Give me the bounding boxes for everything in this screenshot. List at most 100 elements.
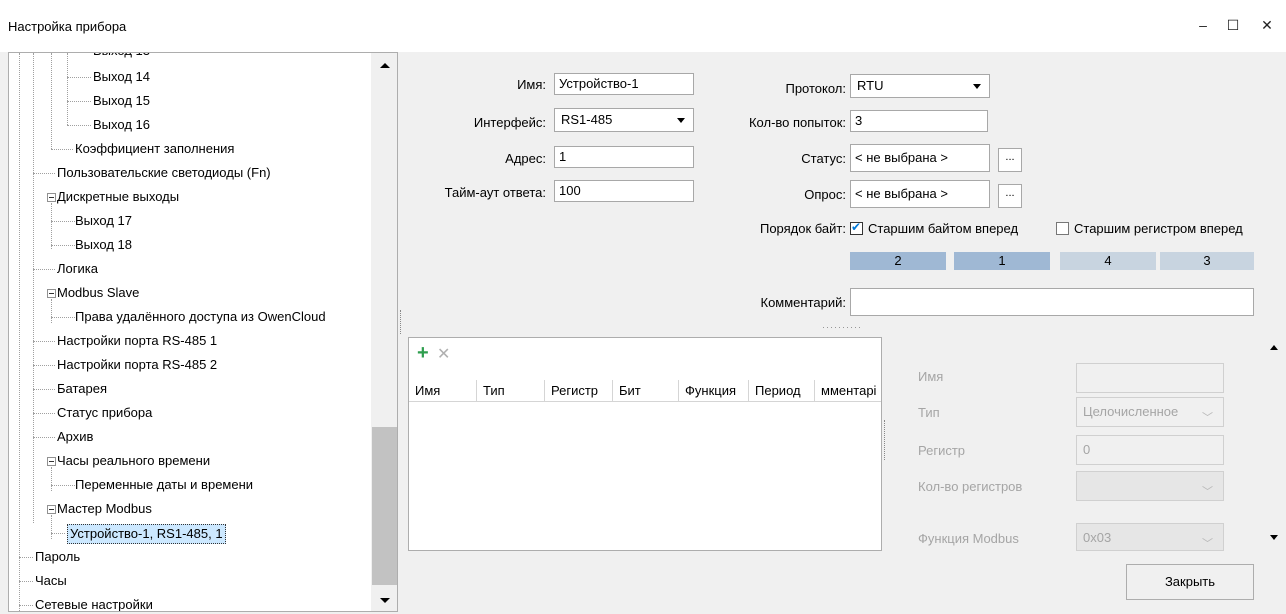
window-title: Настройка прибора	[8, 19, 127, 34]
prop-name-label: Имя	[918, 369, 944, 384]
byteorder-label: Порядок байт:	[759, 221, 846, 236]
interface-select[interactable]: RS1-485	[554, 108, 694, 132]
poll-label: Опрос:	[804, 187, 846, 202]
tree-item-duty-cycle[interactable]: Коэффициент заполнения	[75, 139, 234, 159]
collapse-icon[interactable]	[47, 289, 56, 298]
tree-item-network-settings[interactable]: Сетевые настройки	[35, 595, 153, 611]
tree-scrollbar-thumb[interactable]	[372, 427, 397, 585]
byte-box-3: 4	[1060, 252, 1156, 270]
column-name[interactable]: Имя	[409, 380, 477, 402]
column-function[interactable]: Функция	[679, 380, 749, 402]
retries-label: Кол-во попыток:	[748, 115, 846, 130]
protocol-select[interactable]: RTU	[850, 74, 990, 98]
column-bit[interactable]: Бит	[613, 380, 679, 402]
tree-item-device-status[interactable]: Статус прибора	[57, 403, 152, 423]
collapse-icon[interactable]	[47, 505, 56, 514]
protocol-label: Протокол:	[785, 81, 846, 96]
high-register-first-label[interactable]: Старшим регистром вперед	[1074, 218, 1243, 240]
scroll-up-icon[interactable]	[1270, 345, 1278, 350]
prop-reg-count-label: Кол-во регистров	[918, 479, 1023, 494]
prop-type-label: Тип	[918, 405, 940, 420]
prop-register-field[interactable]: 0	[1076, 435, 1224, 465]
prop-register-label: Регистр	[918, 443, 966, 458]
tree-item-archive[interactable]: Архив	[57, 427, 93, 447]
tree-item-output-15[interactable]: Выход 15	[93, 91, 150, 111]
tree-item-output-18[interactable]: Выход 18	[75, 235, 132, 255]
comment-label: Комментарий:	[760, 295, 847, 310]
tree-scrollbar[interactable]	[371, 53, 397, 611]
tree-item-discrete-outputs[interactable]: Дискретные выходы	[57, 187, 179, 207]
tree-item-device-1[interactable]: Устройство-1, RS1-485, 1	[67, 524, 226, 544]
chevron-down-icon	[973, 84, 981, 89]
close-window-button[interactable]: ✕	[1252, 14, 1282, 36]
poll-field[interactable]: < не выбрана >	[850, 180, 990, 208]
retries-field[interactable]: 3	[850, 110, 988, 132]
column-type[interactable]: Тип	[477, 380, 545, 402]
scroll-up-icon[interactable]	[380, 63, 390, 68]
vertical-splitter-2[interactable]	[884, 420, 886, 460]
address-field[interactable]: 1	[554, 146, 694, 168]
address-label: Адрес:	[505, 151, 546, 166]
prop-function-value: 0x03	[1083, 530, 1112, 545]
tree-item-owencloud-rights[interactable]: Права удалённого доступа из OwenCloud	[75, 307, 326, 327]
tree-item-output-17[interactable]: Выход 17	[75, 211, 132, 231]
timeout-field[interactable]: 100	[554, 180, 694, 202]
high-byte-first-label[interactable]: Старшим байтом вперед	[868, 218, 1018, 240]
tree-item-modbus-master[interactable]: Мастер Modbus	[57, 499, 152, 519]
tree-item-password[interactable]: Пароль	[35, 547, 80, 567]
checkmark-icon: ✔	[851, 220, 862, 234]
high-byte-first-checkbox[interactable]: ✔	[850, 220, 863, 235]
status-label: Статус:	[801, 151, 846, 166]
tree-item-clock[interactable]: Часы	[35, 571, 67, 591]
byte-box-2: 1	[954, 252, 1050, 270]
poll-browse-button[interactable]: ...	[998, 184, 1022, 208]
protocol-value: RTU	[857, 78, 884, 93]
maximize-button[interactable]: ☐	[1218, 14, 1248, 36]
settings-tree[interactable]: Выход 13 Выход 14 Выход 15 Выход 16 Коэф…	[8, 52, 398, 612]
interface-value: RS1-485	[561, 112, 613, 127]
scroll-down-icon[interactable]	[1270, 535, 1278, 540]
add-icon[interactable]: +	[417, 342, 429, 365]
tree-item-rtc[interactable]: Часы реального времени	[57, 451, 210, 471]
prop-type-select[interactable]: Целочисленное ﹀	[1076, 397, 1224, 427]
delete-icon[interactable]: ✕	[437, 344, 450, 364]
prop-reg-count-select[interactable]: ﹀	[1076, 471, 1224, 501]
tree-item-user-leds[interactable]: Пользовательские светодиоды (Fn)	[57, 163, 271, 183]
collapse-icon[interactable]	[47, 457, 56, 466]
column-comment[interactable]: мментарі	[815, 380, 881, 402]
high-register-first-checkbox[interactable]	[1056, 222, 1069, 235]
horizontal-splitter[interactable]: ··········	[822, 322, 862, 332]
tree-item-rs485-port-1[interactable]: Настройки порта RS-485 1	[57, 331, 217, 351]
byte-box-1: 2	[850, 252, 946, 270]
tree-item-battery[interactable]: Батарея	[57, 379, 107, 399]
vertical-splitter[interactable]	[400, 310, 402, 334]
status-browse-button[interactable]: ...	[998, 148, 1022, 172]
chevron-down-icon: ﹀	[1202, 538, 1213, 550]
prop-function-select[interactable]: 0x03 ﹀	[1076, 523, 1224, 551]
tree-item-logic[interactable]: Логика	[57, 259, 98, 279]
chevron-down-icon: ﹀	[1202, 412, 1213, 424]
interface-label: Интерфейс:	[473, 115, 546, 130]
tree-item-date-time-vars[interactable]: Переменные даты и времени	[75, 475, 253, 495]
tree-item-output-14[interactable]: Выход 14	[93, 67, 150, 87]
name-field[interactable]: Устройство-1	[554, 73, 694, 95]
device-settings-form: Имя: Устройство-1 Интерфейс: RS1-485 Адр…	[404, 56, 1278, 326]
minimize-button[interactable]: –	[1188, 14, 1218, 36]
byte-box-4: 3	[1160, 252, 1254, 270]
collapse-icon[interactable]	[47, 193, 56, 202]
tree-item-modbus-slave[interactable]: Modbus Slave	[57, 283, 139, 303]
close-button[interactable]: Закрыть	[1126, 564, 1254, 600]
scroll-down-icon[interactable]	[380, 598, 390, 603]
column-register[interactable]: Регистр	[545, 380, 613, 402]
comment-field[interactable]	[850, 288, 1254, 316]
variable-properties-panel: Имя Тип Целочисленное ﹀ Регистр 0 Кол-во…	[890, 337, 1286, 551]
column-period[interactable]: Период	[749, 380, 815, 402]
prop-name-field[interactable]	[1076, 363, 1224, 393]
status-field[interactable]: < не выбрана >	[850, 144, 990, 172]
tree-item-output-16[interactable]: Выход 16	[93, 115, 150, 135]
title-bar: Настройка прибора – ☐ ✕	[0, 0, 1286, 52]
timeout-label: Тайм-аут ответа:	[444, 185, 546, 200]
tree-item-rs485-port-2[interactable]: Настройки порта RS-485 2	[57, 355, 217, 375]
variables-table-panel: + ✕ Имя Тип Регистр Бит Функция Период м…	[408, 337, 882, 551]
name-label: Имя:	[517, 77, 546, 92]
